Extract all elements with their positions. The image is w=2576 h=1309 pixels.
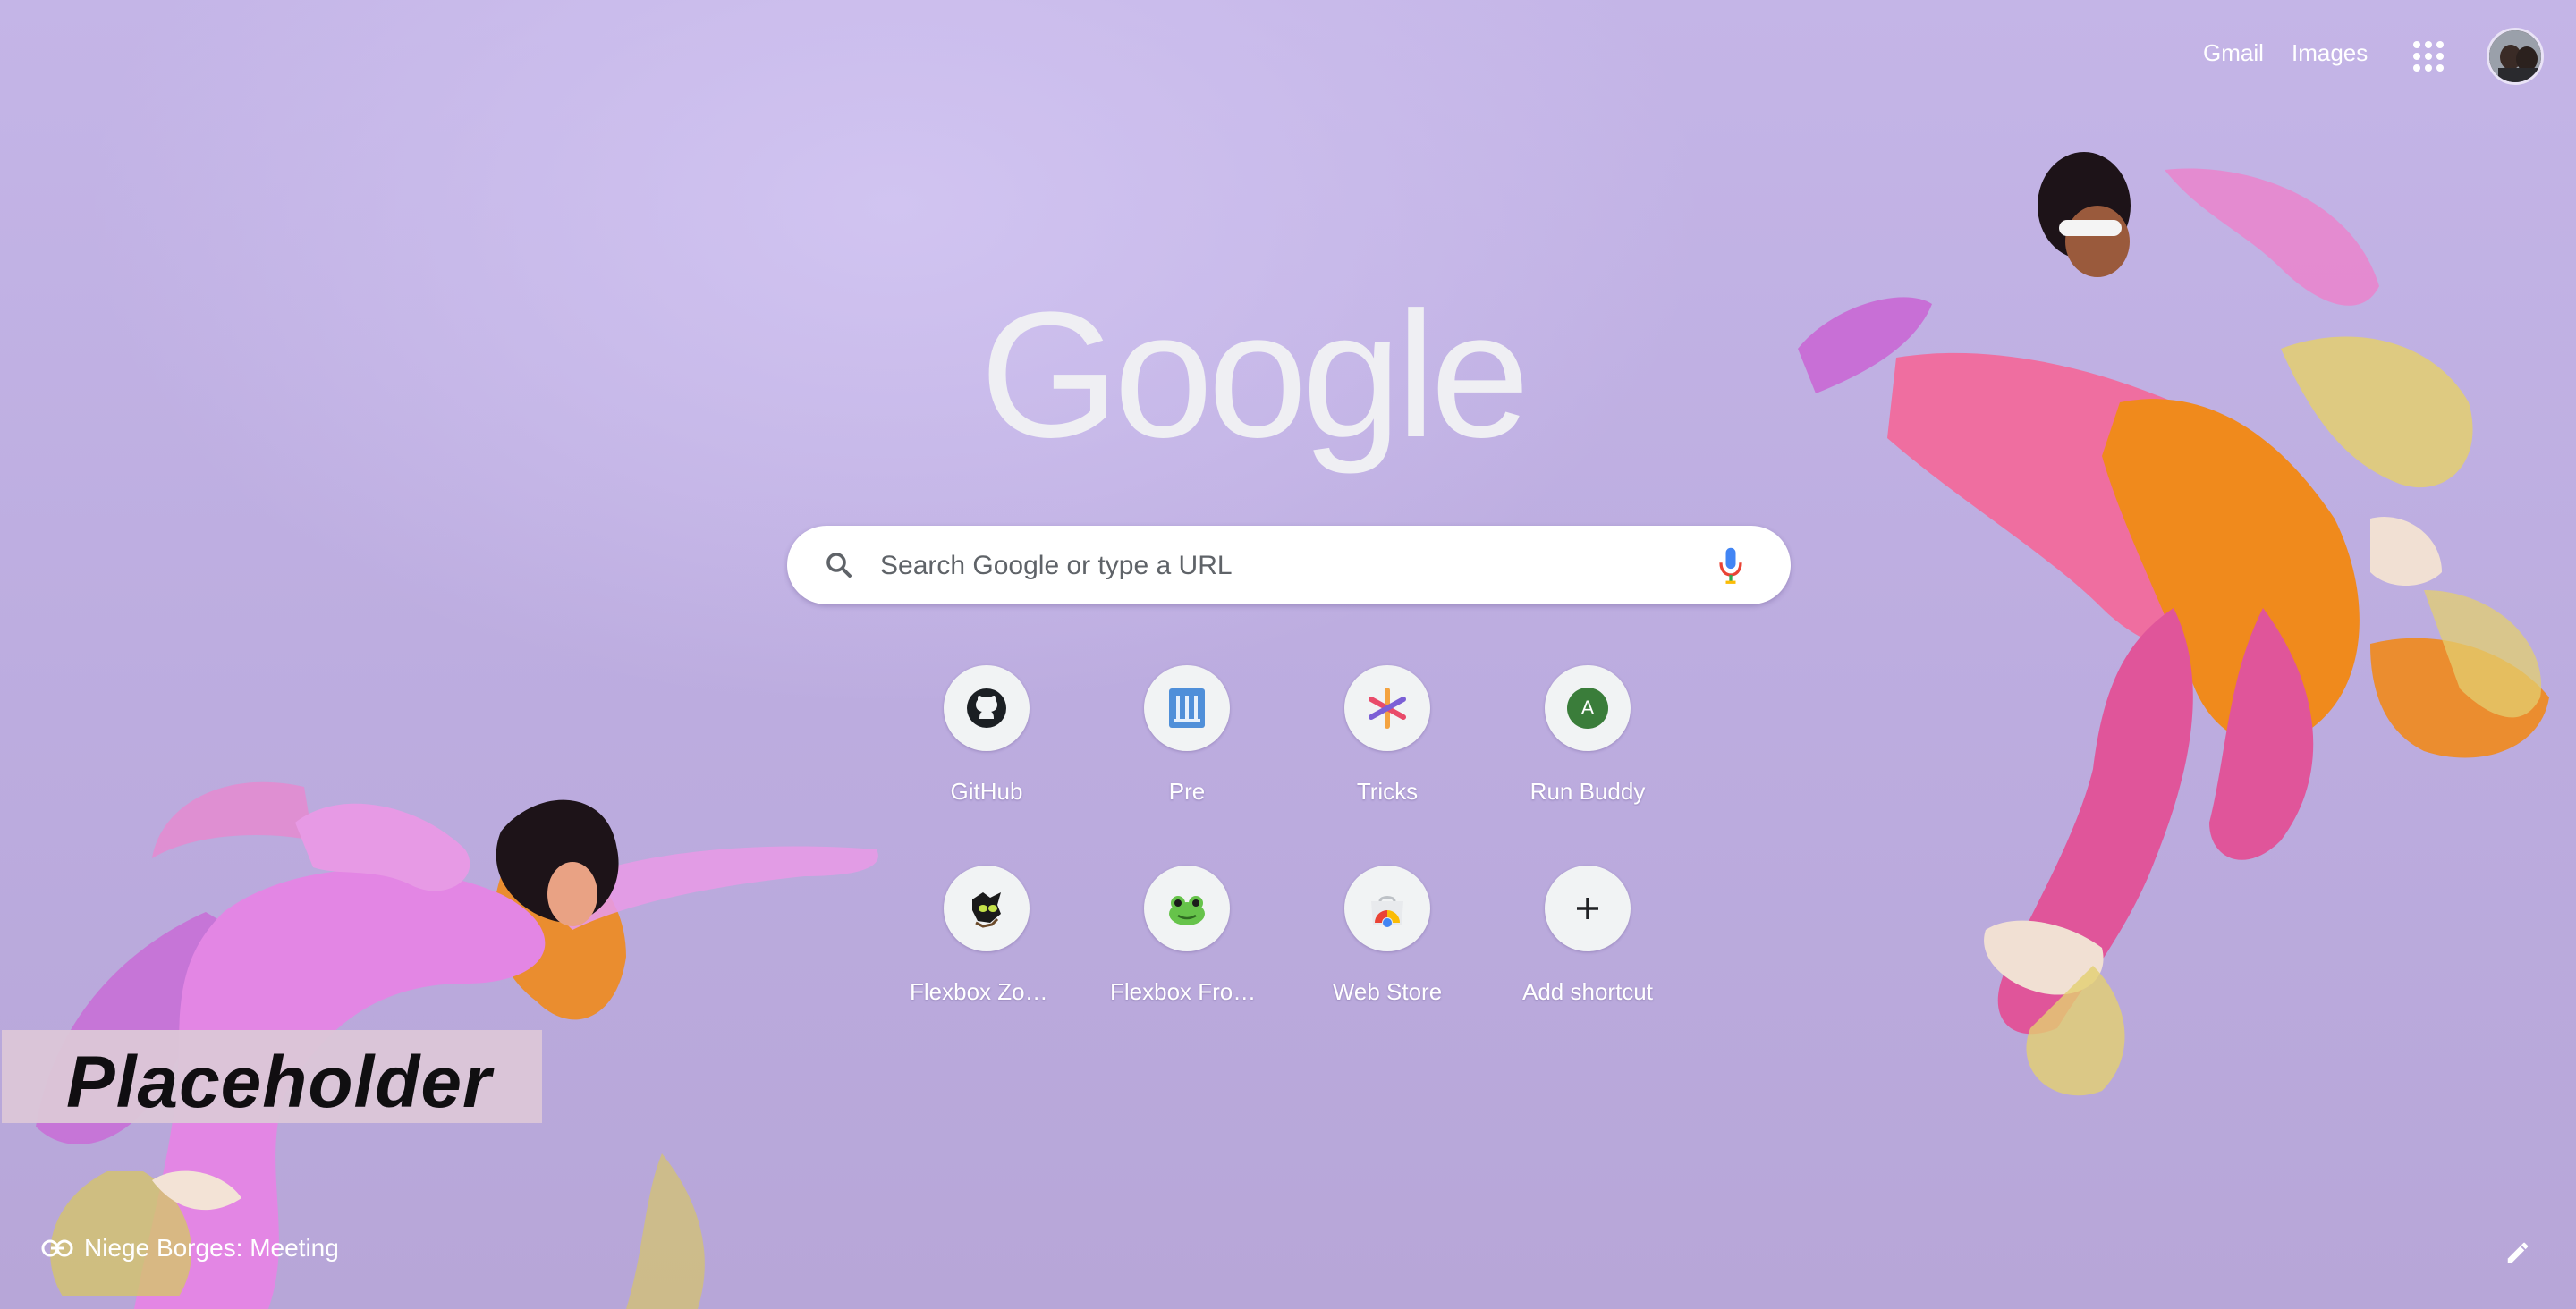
shortcut-label: Flexbox Zom… — [910, 978, 1063, 1005]
shortcut-run-buddy[interactable]: A Run Buddy — [1511, 665, 1665, 835]
placeholder-text: Placeholder — [66, 1042, 492, 1123]
shortcut-github[interactable]: GitHub — [910, 665, 1063, 835]
shortcut-label: GitHub — [950, 778, 1023, 805]
frog-icon — [1169, 896, 1205, 925]
run-buddy-letter: A — [1581, 697, 1595, 719]
shortcut-label: Pre — [1168, 778, 1206, 805]
flexbox-zombies-icon — [972, 892, 1001, 928]
shortcut-pre[interactable]: Pre — [1110, 665, 1264, 835]
tricks-icon — [1368, 688, 1406, 729]
link-icon — [41, 1239, 73, 1257]
shortcut-flexbox-froggy[interactable]: Flexbox Froggy — [1110, 866, 1264, 1035]
github-icon — [967, 688, 1006, 728]
illustration-right — [1798, 152, 2549, 1096]
chrome-web-store-icon — [1371, 896, 1403, 927]
avatar-photo-icon — [2489, 30, 2541, 82]
search-input[interactable] — [878, 526, 1669, 606]
shortcut-label: Web Store — [1332, 978, 1443, 1005]
shortcut-tricks[interactable]: Tricks — [1310, 665, 1464, 835]
background-attribution[interactable]: Niege Borges: Meeting — [41, 1234, 339, 1263]
shortcut-label: Run Buddy — [1530, 778, 1646, 805]
plus-icon — [1577, 898, 1598, 919]
placeholder-overlay: Placeholder — [2, 1030, 542, 1123]
edit-pencil-icon[interactable] — [2504, 1239, 2531, 1266]
google-logo: Google — [979, 275, 1530, 475]
shortcut-add[interactable]: Add shortcut — [1511, 866, 1665, 1035]
shortcut-flexbox-zombies[interactable]: Flexbox Zom… — [910, 866, 1063, 1035]
pre-icon — [1169, 688, 1205, 728]
google-apps-icon[interactable] — [2413, 41, 2444, 72]
run-buddy-icon: A — [1567, 688, 1608, 729]
attribution-text[interactable]: Niege Borges: Meeting — [84, 1234, 339, 1263]
account-avatar[interactable] — [2487, 28, 2544, 85]
shortcut-label: Add shortcut — [1522, 978, 1653, 1005]
microphone-icon[interactable] — [1716, 545, 1746, 585]
search-icon — [826, 553, 852, 578]
shortcut-web-store[interactable]: Web Store — [1310, 866, 1464, 1035]
images-link[interactable]: Images — [2292, 39, 2368, 67]
search-box[interactable] — [787, 526, 1791, 606]
shortcut-label: Flexbox Froggy — [1110, 978, 1264, 1005]
shortcut-label: Tricks — [1356, 778, 1419, 805]
gmail-link[interactable]: Gmail — [2203, 39, 2264, 67]
